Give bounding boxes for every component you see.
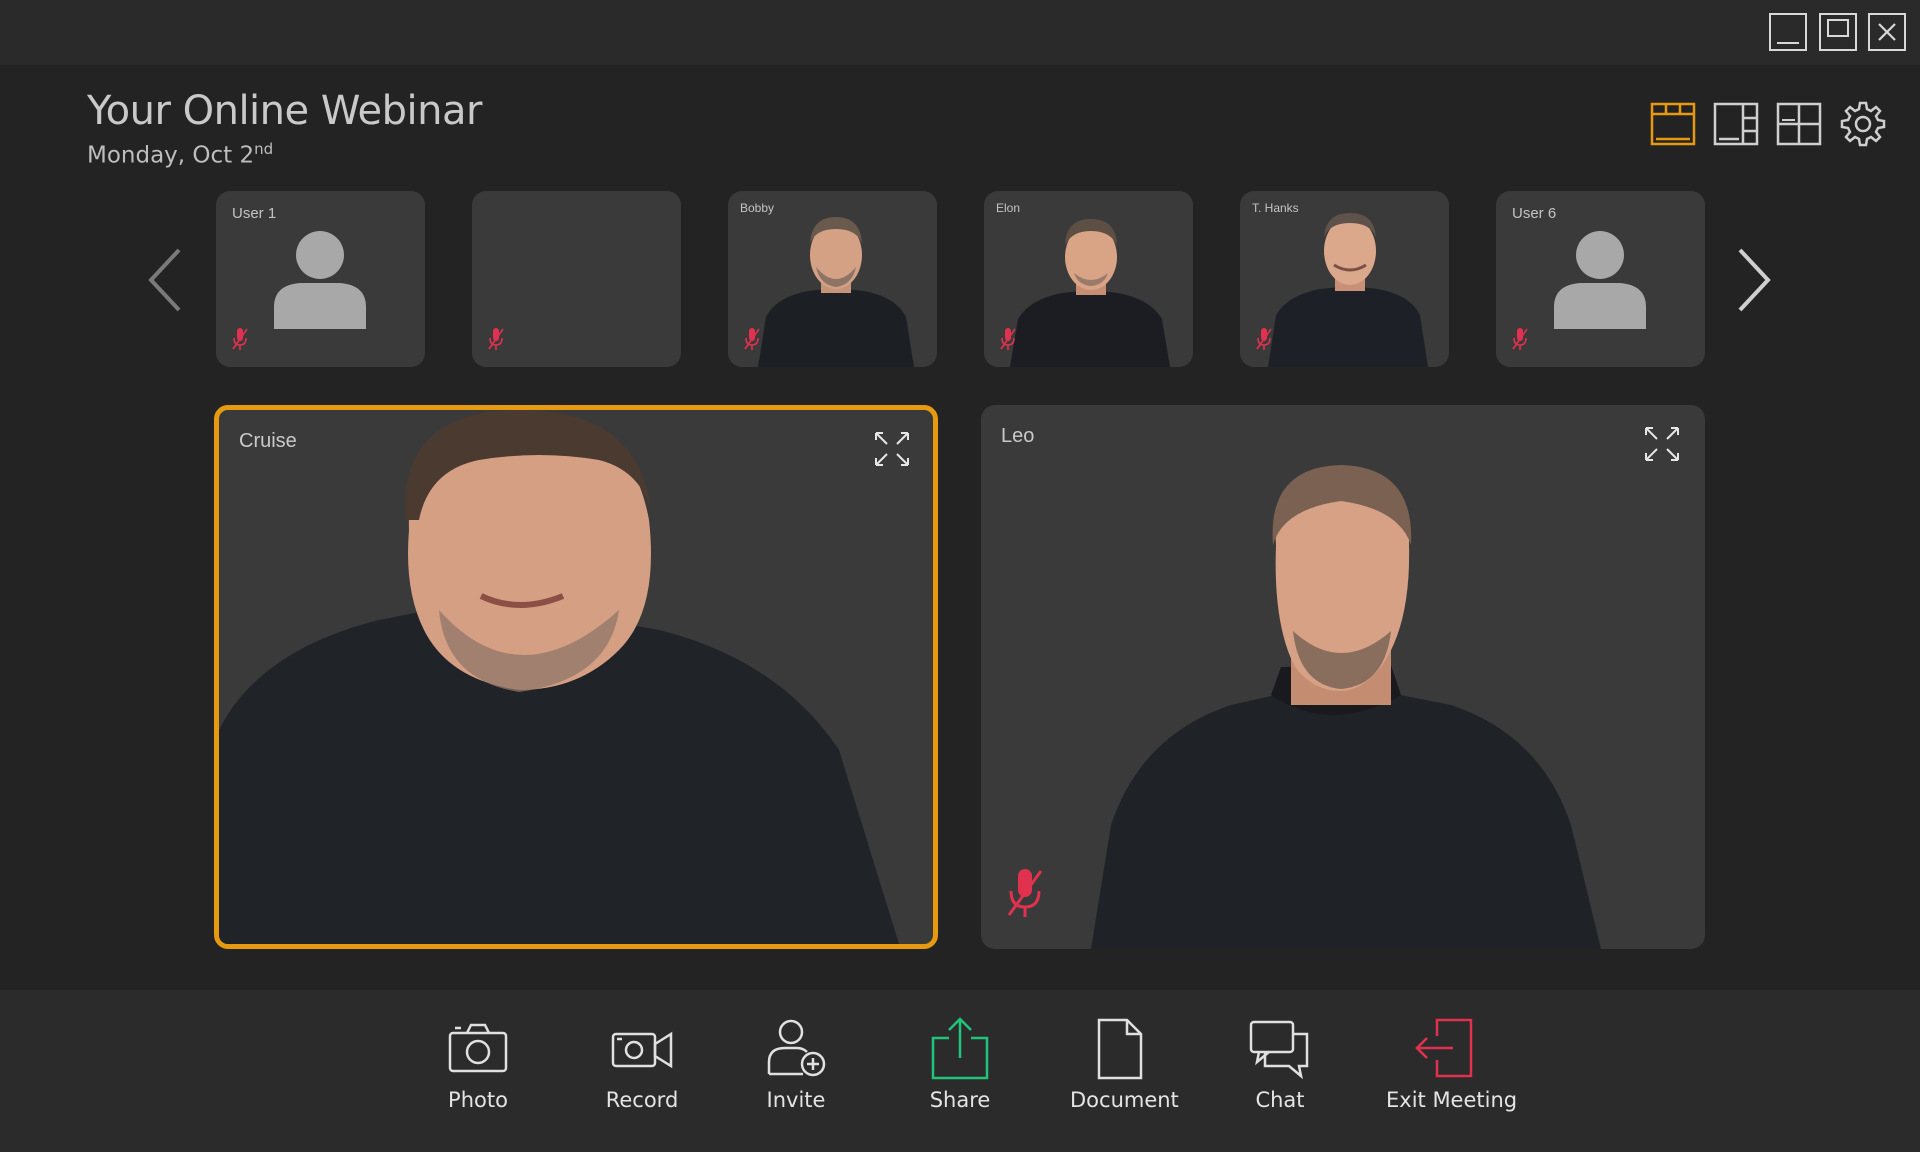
document-icon bbox=[1097, 1018, 1143, 1080]
mic-muted-icon bbox=[1512, 328, 1528, 350]
stage-video-leo[interactable]: Leo bbox=[981, 405, 1705, 949]
page-title: Your Online Webinar bbox=[87, 88, 482, 134]
camera-icon bbox=[448, 1023, 508, 1073]
share-button[interactable]: Share bbox=[920, 1016, 1000, 1112]
participant-tile-t-hanks[interactable]: T. Hanks bbox=[1240, 191, 1449, 367]
mic-muted-icon bbox=[744, 328, 760, 350]
photo-button[interactable]: Photo bbox=[438, 1016, 518, 1112]
expand-icon[interactable] bbox=[873, 430, 911, 468]
participant-tile-bobby[interactable]: Bobby bbox=[728, 191, 937, 367]
participant-tile-6[interactable]: User 6 bbox=[1496, 191, 1705, 367]
mic-muted-icon bbox=[1000, 328, 1016, 350]
avatar-placeholder-icon bbox=[274, 231, 366, 329]
participant-video-feed bbox=[1091, 465, 1601, 949]
exit-door-icon bbox=[1415, 1018, 1473, 1078]
participant-video-feed bbox=[219, 410, 899, 944]
mic-muted-icon bbox=[1256, 328, 1272, 350]
stage-participant-name: Leo bbox=[1001, 425, 1035, 447]
share-upload-icon bbox=[931, 1017, 989, 1080]
meeting-date: Monday, Oct 2nd bbox=[87, 140, 273, 169]
maximize-icon[interactable] bbox=[1818, 12, 1858, 52]
stage-video-cruise[interactable]: Cruise bbox=[214, 405, 938, 949]
close-icon[interactable] bbox=[1867, 12, 1907, 52]
mic-muted-icon bbox=[1007, 869, 1043, 917]
settings-gear-icon[interactable] bbox=[1839, 100, 1887, 148]
carousel-next-icon[interactable] bbox=[1728, 240, 1778, 320]
carousel-prev-icon[interactable] bbox=[143, 240, 193, 320]
record-button[interactable]: Record bbox=[602, 1016, 682, 1112]
chat-bubbles-icon bbox=[1249, 1020, 1309, 1080]
participant-tile-1[interactable]: User 1 bbox=[216, 191, 425, 367]
layout-sidebar-icon[interactable] bbox=[1713, 100, 1761, 148]
participant-name: User 6 bbox=[1512, 205, 1557, 222]
layout-grid-icon[interactable] bbox=[1776, 100, 1824, 148]
layout-filmstrip-icon[interactable] bbox=[1650, 100, 1698, 148]
participant-tile-2[interactable] bbox=[472, 191, 681, 367]
document-button[interactable]: Document bbox=[1070, 1016, 1179, 1112]
expand-icon[interactable] bbox=[1643, 425, 1681, 463]
participant-name: T. Hanks bbox=[1252, 201, 1299, 215]
invite-button[interactable]: Invite bbox=[756, 1016, 836, 1112]
mic-muted-icon bbox=[232, 328, 248, 350]
add-user-icon bbox=[767, 1019, 826, 1077]
avatar-placeholder-icon bbox=[1554, 231, 1646, 329]
invite-label: Invite bbox=[766, 1088, 826, 1112]
participant-name: User 1 bbox=[232, 205, 277, 222]
participant-name: Bobby bbox=[740, 201, 775, 215]
participant-name: Elon bbox=[996, 201, 1021, 215]
chat-button[interactable]: Chat bbox=[1240, 1016, 1320, 1112]
record-label: Record bbox=[605, 1088, 679, 1112]
meeting-date-suffix: nd bbox=[254, 140, 274, 158]
stage-participant-name: Cruise bbox=[239, 430, 297, 452]
meeting-date-text: Monday, Oct 2 bbox=[87, 142, 255, 169]
exit-meeting-label: Exit Meeting bbox=[1386, 1088, 1518, 1112]
share-label: Share bbox=[929, 1088, 991, 1112]
minimize-icon[interactable] bbox=[1768, 12, 1808, 52]
video-camera-icon bbox=[611, 1031, 673, 1069]
photo-label: Photo bbox=[448, 1088, 508, 1112]
document-label: Document bbox=[1070, 1088, 1179, 1112]
mic-muted-icon bbox=[488, 328, 504, 350]
chat-label: Chat bbox=[1255, 1088, 1305, 1112]
exit-meeting-button[interactable]: Exit Meeting bbox=[1386, 1016, 1518, 1112]
window-titlebar bbox=[0, 0, 1920, 65]
participant-tile-elon[interactable]: Elon bbox=[984, 191, 1193, 367]
